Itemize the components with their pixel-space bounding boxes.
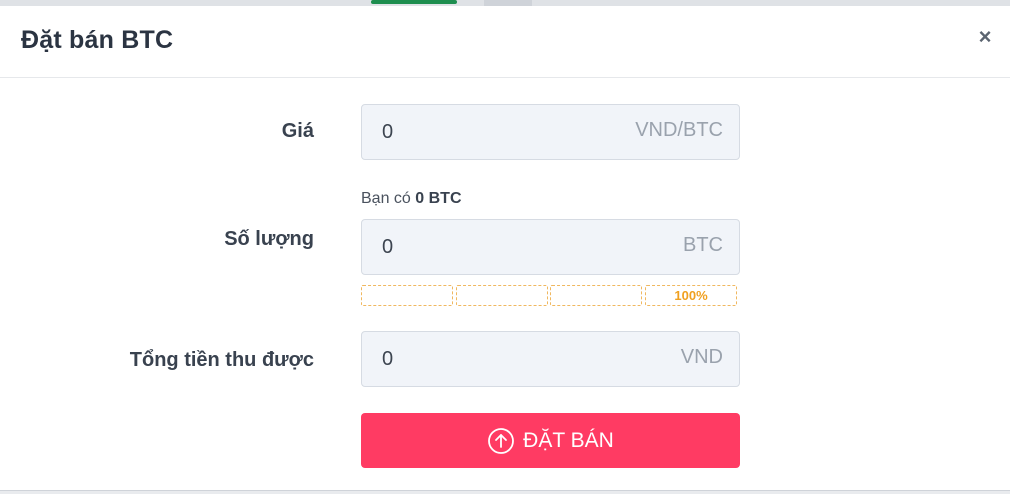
- price-input[interactable]: 0 VND/BTC: [361, 104, 740, 160]
- percent-button-2[interactable]: [456, 285, 548, 306]
- balance-prefix: Bạn có: [361, 190, 411, 207]
- available-balance: Bạn có 0 BTC: [361, 190, 462, 208]
- price-unit: VND/BTC: [635, 119, 723, 141]
- arrow-up-circle-icon: [488, 427, 515, 454]
- percent-button-1[interactable]: [361, 285, 453, 306]
- balance-amount: 0 BTC: [415, 190, 462, 207]
- active-tab-indicator: [371, 0, 457, 4]
- price-value: 0: [382, 121, 394, 143]
- total-label: Tổng tiền thu được: [129, 349, 314, 371]
- quantity-label: Số lượng: [224, 228, 314, 250]
- place-sell-order-button[interactable]: ĐẶT BÁN: [361, 413, 740, 468]
- dialog-title: Đặt bán BTC: [21, 26, 174, 54]
- quantity-value: 0: [382, 236, 394, 258]
- quantity-input[interactable]: 0 BTC: [361, 219, 740, 275]
- sell-order-dialog: Đặt bán BTC × Giá 0 VND/BTC Bạn có 0 BTC…: [0, 6, 1010, 491]
- close-button[interactable]: ×: [974, 26, 996, 48]
- percent-selector: 100%: [361, 285, 737, 306]
- total-value: 0: [382, 348, 394, 370]
- price-label: Giá: [281, 120, 314, 142]
- quantity-unit: BTC: [683, 234, 723, 256]
- dialog-header: Đặt bán BTC ×: [0, 6, 1010, 78]
- submit-label: ĐẶT BÁN: [523, 428, 614, 452]
- close-icon: ×: [978, 24, 992, 49]
- percent-button-3[interactable]: [550, 285, 642, 306]
- percent-button-100[interactable]: 100%: [645, 285, 737, 306]
- total-unit: VND: [680, 346, 723, 368]
- total-input[interactable]: 0 VND: [361, 331, 740, 387]
